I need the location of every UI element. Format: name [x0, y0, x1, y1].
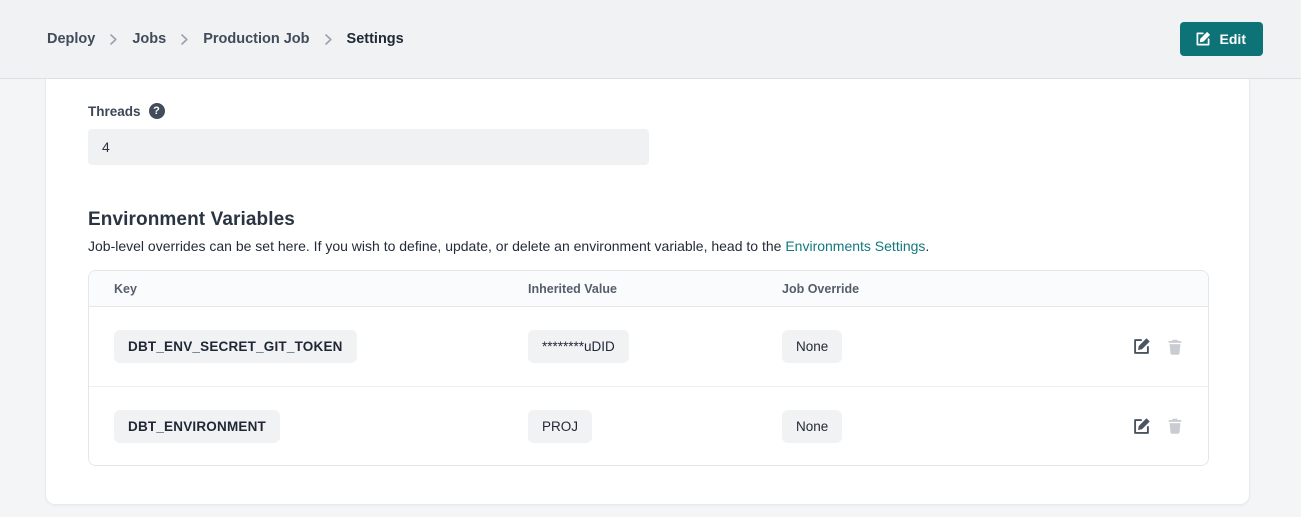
environment-variables-title: Environment Variables	[88, 209, 1207, 231]
edit-row-button[interactable]	[1132, 417, 1151, 436]
env-var-key: DBT_ENVIRONMENT	[114, 410, 280, 443]
top-header-bar: Deploy Jobs Production Job Settings Edit	[0, 0, 1301, 79]
breadcrumb-item-deploy[interactable]: Deploy	[47, 31, 95, 47]
edit-button-label: Edit	[1220, 31, 1246, 47]
table-row: DBT_ENV_SECRET_GIT_TOKEN ********uDID No…	[89, 307, 1208, 386]
delete-row-button[interactable]	[1166, 338, 1184, 356]
environment-variables-table: Key Inherited Value Job Override DBT_ENV…	[88, 270, 1209, 466]
column-header-key: Key	[114, 282, 528, 296]
column-header-inherited-value: Inherited Value	[528, 282, 782, 296]
chevron-right-icon	[181, 34, 188, 45]
threads-label: Threads	[88, 104, 141, 119]
env-var-key: DBT_ENV_SECRET_GIT_TOKEN	[114, 330, 357, 363]
column-header-job-override: Job Override	[782, 282, 1074, 296]
environment-variables-description: Job-level overrides can be set here. If …	[88, 238, 1207, 254]
settings-card: Threads ? Environment Variables Job-leve…	[45, 79, 1250, 505]
environment-variables-section: Environment Variables Job-level override…	[88, 209, 1207, 466]
pencil-square-icon	[1195, 31, 1211, 47]
description-period: .	[925, 238, 929, 254]
chevron-right-icon	[325, 34, 332, 45]
env-var-inherited-value: PROJ	[528, 410, 592, 443]
table-row: DBT_ENVIRONMENT PROJ None	[89, 386, 1208, 465]
help-icon[interactable]: ?	[149, 103, 165, 119]
env-var-job-override: None	[782, 410, 842, 443]
delete-row-button[interactable]	[1166, 417, 1184, 435]
env-var-job-override: None	[782, 330, 842, 363]
threads-field-group: Threads ?	[88, 103, 1207, 165]
breadcrumb-item-jobs[interactable]: Jobs	[132, 31, 166, 47]
description-text: Job-level overrides can be set here. If …	[88, 238, 785, 254]
table-header-row: Key Inherited Value Job Override	[89, 271, 1208, 307]
chevron-right-icon	[110, 34, 117, 45]
env-var-inherited-value: ********uDID	[528, 330, 629, 363]
environments-settings-link[interactable]: Environments Settings	[785, 238, 925, 254]
breadcrumb-item-production-job[interactable]: Production Job	[203, 31, 309, 47]
breadcrumb-item-settings: Settings	[347, 31, 404, 47]
edit-row-button[interactable]	[1132, 337, 1151, 356]
edit-button[interactable]: Edit	[1180, 22, 1263, 56]
threads-input[interactable]	[88, 129, 649, 165]
breadcrumb: Deploy Jobs Production Job Settings	[47, 31, 404, 47]
